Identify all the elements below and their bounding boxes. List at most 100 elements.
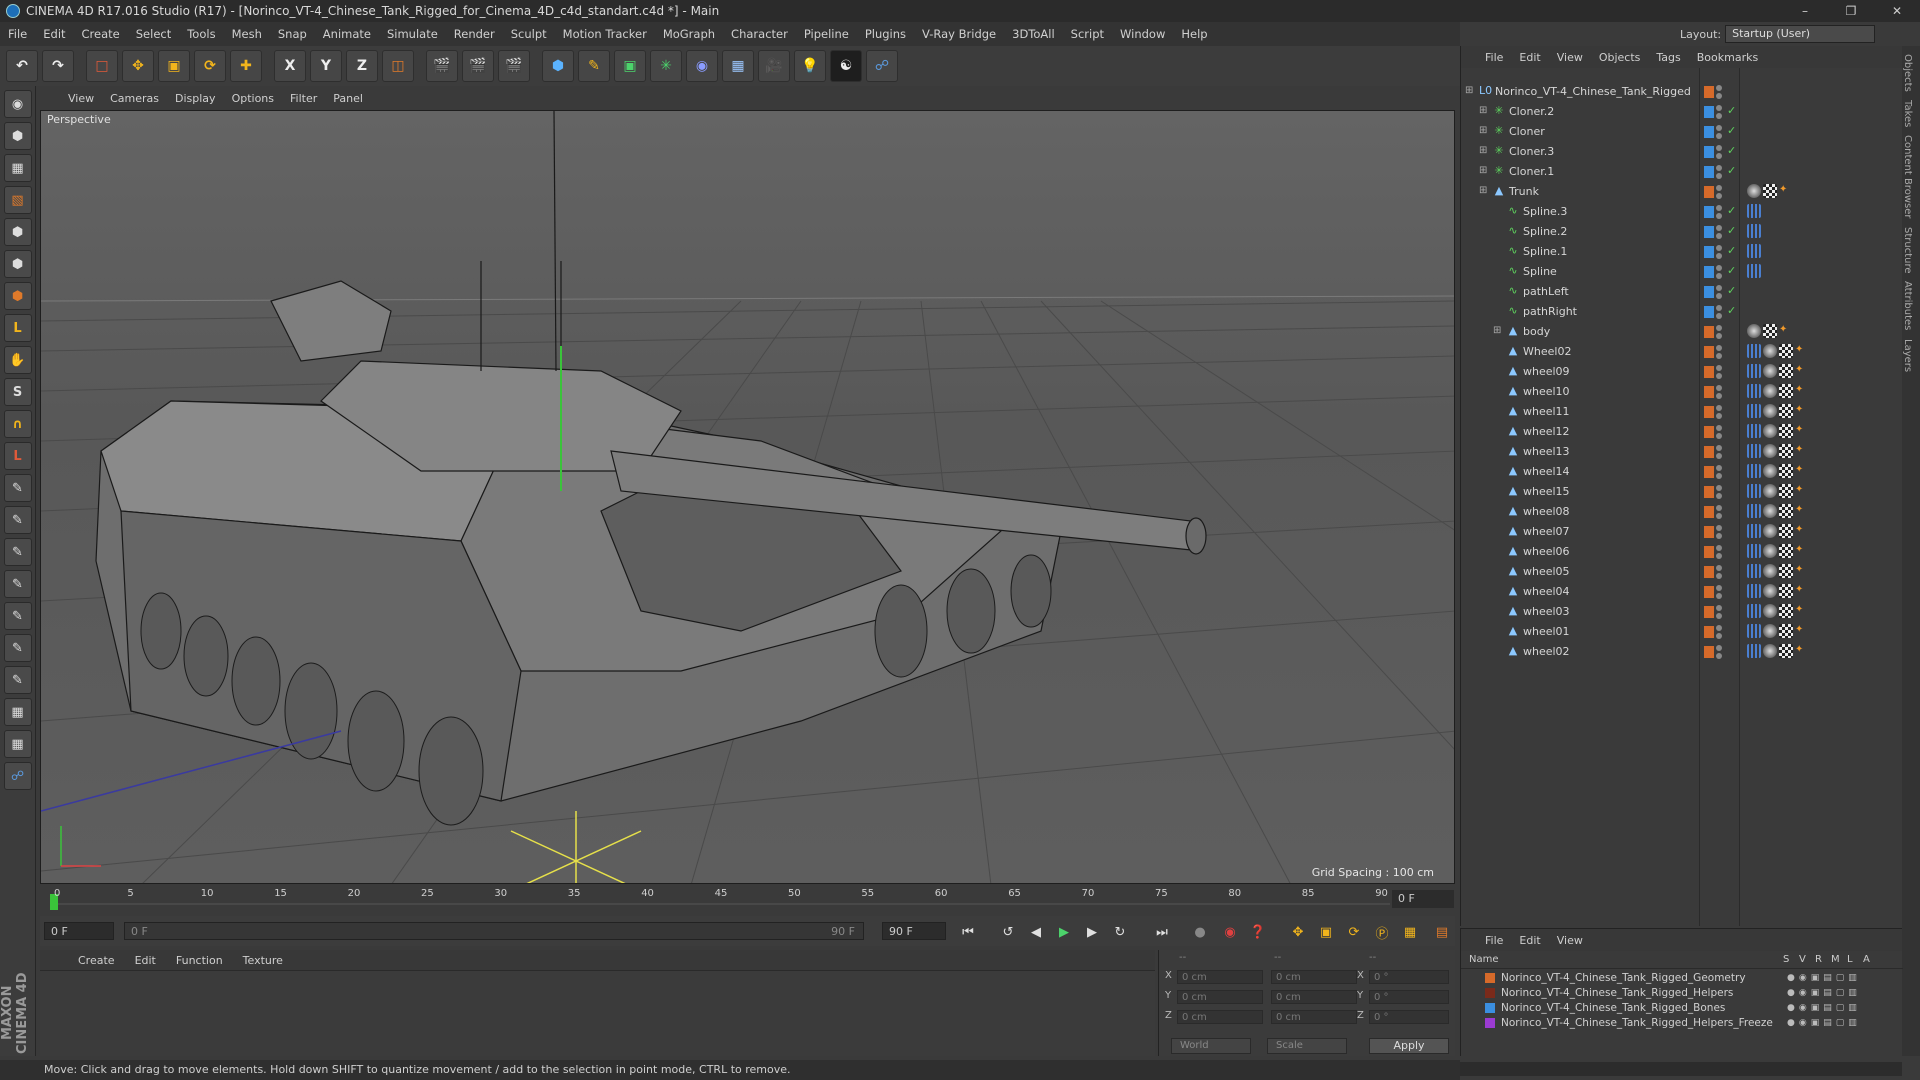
object-name[interactable]: wheel15 xyxy=(1523,485,1570,498)
key-rotation-icon[interactable]: ⟳ xyxy=(1344,922,1364,942)
layer-color-swatch[interactable] xyxy=(1704,366,1714,378)
viewport-menu-cameras[interactable]: Cameras xyxy=(110,92,159,105)
editor-visibility-dot[interactable] xyxy=(1716,585,1722,591)
layer-color-swatch[interactable] xyxy=(1704,346,1714,358)
object-name[interactable]: wheel10 xyxy=(1523,385,1570,398)
play-icon[interactable]: ▶ xyxy=(1054,922,1074,942)
auto-keying-icon[interactable]: ◉ xyxy=(1220,922,1240,942)
object-menu-objects[interactable]: Objects xyxy=(1599,51,1641,64)
uvw-tag-icon[interactable] xyxy=(1747,644,1761,658)
previous-frame-icon[interactable]: ◀ xyxy=(1026,922,1046,942)
coord-space-dropdown[interactable]: World xyxy=(1171,1038,1251,1054)
enabled-check-icon[interactable]: ✓ xyxy=(1727,224,1736,237)
layer-menu-view[interactable]: View xyxy=(1557,934,1583,947)
coord-mode-dropdown[interactable]: Scale xyxy=(1267,1038,1347,1054)
edges-mode-icon[interactable]: ⬢ xyxy=(3,250,32,278)
layer-horizontal-scrollbar[interactable] xyxy=(1460,1062,1902,1076)
render-visibility-dot[interactable] xyxy=(1716,473,1722,479)
editor-visibility-dot[interactable] xyxy=(1716,625,1722,631)
uvw-tag-icon[interactable] xyxy=(1747,584,1761,598)
render-settings-icon[interactable]: 🎬 xyxy=(498,50,530,82)
texture-tag-icon[interactable] xyxy=(1779,384,1793,398)
layer-color-swatch[interactable] xyxy=(1704,486,1714,498)
next-key-icon[interactable]: ↻ xyxy=(1110,922,1130,942)
expand-toggle-icon[interactable]: ⊞ xyxy=(1479,185,1487,196)
menu-plugins[interactable]: Plugins xyxy=(857,27,914,41)
timeline-window-icon[interactable]: ▤ xyxy=(1432,922,1452,942)
render-visibility-dot[interactable] xyxy=(1716,533,1722,539)
object-row[interactable]: ▲ wheel09 ✦ xyxy=(1461,362,1903,382)
texture-tag-icon[interactable] xyxy=(1779,444,1793,458)
object-name[interactable]: Cloner.1 xyxy=(1509,165,1554,178)
subdivision-surface-icon[interactable]: ▣ xyxy=(614,50,646,82)
material-menu-create[interactable]: Create xyxy=(78,954,115,967)
magnet-icon[interactable]: ∩ xyxy=(3,410,32,438)
menu-sculpt[interactable]: Sculpt xyxy=(503,27,555,41)
render-visibility-dot[interactable] xyxy=(1716,353,1722,359)
menu-window[interactable]: Window xyxy=(1112,27,1173,41)
object-row[interactable]: ⊞ ✳ Cloner.1 ✓ xyxy=(1461,162,1903,182)
editor-visibility-dot[interactable] xyxy=(1716,385,1722,391)
texture-tag-icon[interactable] xyxy=(1779,404,1793,418)
material-tag-icon[interactable] xyxy=(1763,564,1777,578)
selection-tag-icon[interactable]: ✦ xyxy=(1795,644,1809,658)
material-menu-function[interactable]: Function xyxy=(176,954,223,967)
render-visibility-dot[interactable] xyxy=(1716,593,1722,599)
render-visibility-dot[interactable] xyxy=(1716,453,1722,459)
start-frame-field[interactable]: 0 F xyxy=(44,922,114,940)
texture-tag-icon[interactable] xyxy=(1779,484,1793,498)
record-keys-icon[interactable]: ● xyxy=(1190,922,1210,942)
material-tag-icon[interactable] xyxy=(1763,644,1777,658)
object-row[interactable]: ▲ wheel15 ✦ xyxy=(1461,482,1903,502)
layer-toggle-icons[interactable]: ●◉▣▤▢▥ xyxy=(1787,988,1861,998)
object-row[interactable]: ▲ wheel06 ✦ xyxy=(1461,542,1903,562)
go-to-start-icon[interactable]: ⏮ xyxy=(958,922,978,942)
viewport-menu-view[interactable]: View xyxy=(68,92,94,105)
render-visibility-dot[interactable] xyxy=(1716,273,1722,279)
menu-character[interactable]: Character xyxy=(723,27,796,41)
enabled-check-icon[interactable]: ✓ xyxy=(1727,284,1736,297)
texture-tag-icon[interactable] xyxy=(1779,564,1793,578)
menu-mograph[interactable]: MoGraph xyxy=(655,27,723,41)
texture-tag-icon[interactable] xyxy=(1779,624,1793,638)
layer-color-swatch[interactable] xyxy=(1704,506,1714,518)
texture-tag-icon[interactable] xyxy=(1779,604,1793,618)
redo-icon[interactable]: ↷ xyxy=(42,50,74,82)
quantize-icon[interactable]: ▦ xyxy=(3,730,32,758)
object-menu-edit[interactable]: Edit xyxy=(1519,51,1540,64)
object-name[interactable]: wheel13 xyxy=(1523,445,1570,458)
render-visibility-dot[interactable] xyxy=(1716,653,1722,659)
layer-menu-edit[interactable]: Edit xyxy=(1519,934,1540,947)
menu-pipeline[interactable]: Pipeline xyxy=(796,27,857,41)
selection-tag-icon[interactable]: ✦ xyxy=(1795,364,1809,378)
material-tag-icon[interactable] xyxy=(1763,384,1777,398)
enabled-check-icon[interactable]: ✓ xyxy=(1727,244,1736,257)
layer-color-swatch[interactable] xyxy=(1485,988,1495,998)
texture-tag-icon[interactable] xyxy=(1779,524,1793,538)
render-visibility-dot[interactable] xyxy=(1716,93,1722,99)
spline-tag-icon[interactable] xyxy=(1747,224,1761,238)
texture-tag-icon[interactable] xyxy=(1779,584,1793,598)
editor-visibility-dot[interactable] xyxy=(1716,405,1722,411)
coord-position-field[interactable]: 0 cm xyxy=(1177,990,1263,1004)
editor-visibility-dot[interactable] xyxy=(1716,485,1722,491)
object-row[interactable]: ⊞ ▲ Trunk ✦ xyxy=(1461,182,1903,202)
coord-rotation-field[interactable]: 0 ° xyxy=(1369,970,1449,984)
object-row[interactable]: ⊞ ✳ Cloner.2 ✓ xyxy=(1461,102,1903,122)
object-name[interactable]: Trunk xyxy=(1509,185,1539,198)
render-visibility-dot[interactable] xyxy=(1716,493,1722,499)
sculpt-flatten-icon[interactable]: ✎ xyxy=(3,634,32,662)
material-tag-icon[interactable] xyxy=(1747,184,1761,198)
uvw-tag-icon[interactable] xyxy=(1747,364,1761,378)
render-visibility-dot[interactable] xyxy=(1716,573,1722,579)
render-visibility-dot[interactable] xyxy=(1716,613,1722,619)
uvw-tag-icon[interactable] xyxy=(1747,404,1761,418)
texture-tag-icon[interactable] xyxy=(1779,424,1793,438)
layer-color-swatch[interactable] xyxy=(1704,286,1714,298)
layer-row[interactable]: Norinco_VT-4_Chinese_Tank_Rigged_Helpers… xyxy=(1461,1016,1903,1031)
object-row[interactable]: ∿ pathRight ✓ xyxy=(1461,302,1903,322)
object-name[interactable]: wheel05 xyxy=(1523,565,1570,578)
object-row[interactable]: ▲ wheel07 ✦ xyxy=(1461,522,1903,542)
editor-visibility-dot[interactable] xyxy=(1716,85,1722,91)
layer-color-swatch[interactable] xyxy=(1704,166,1714,178)
